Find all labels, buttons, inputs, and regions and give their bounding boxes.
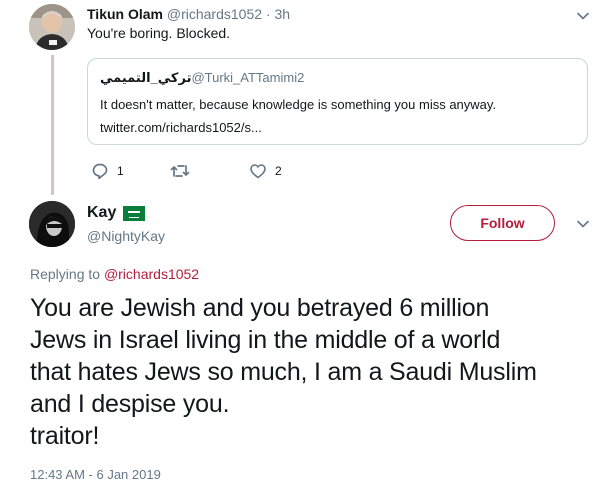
- like-count: 2: [275, 164, 282, 178]
- tweet-text-line: You are Jewish and you betrayed 6 millio…: [30, 294, 490, 322]
- quoted-tweet-link[interactable]: twitter.com/richards1052/s...: [100, 119, 262, 137]
- thread-line: [51, 55, 54, 195]
- follow-button[interactable]: Follow: [450, 205, 555, 241]
- tweet-actions: 1 2: [91, 161, 391, 181]
- tweet-time[interactable]: 3h: [274, 6, 290, 22]
- author-handle[interactable]: @richards1052: [167, 6, 262, 22]
- reply-count: 1: [117, 164, 124, 178]
- author-handle[interactable]: @NightyKay: [87, 227, 165, 245]
- quoted-tweet[interactable]: تركي_التميمي@Turki_ATTamimi2 It doesn't …: [87, 58, 588, 145]
- tweet-text-line: Jews in Israel living in the middle of a…: [30, 326, 501, 354]
- saudi-flag-icon: [123, 205, 146, 221]
- tweet-text: You're boring. Blocked.: [87, 25, 231, 41]
- quoted-tweet-text: It doesn't matter, because knowledge is …: [100, 97, 497, 112]
- replying-to-link[interactable]: @richards1052: [104, 266, 199, 282]
- separator: ·: [265, 6, 271, 22]
- parent-tweet-header: Tikun Olam @richards1052 · 3h: [87, 5, 290, 23]
- parent-tweet: Tikun Olam @richards1052 · 3h You're bor…: [0, 0, 608, 195]
- quoted-tweet-header: تركي_التميمي@Turki_ATTamimi2: [100, 69, 304, 86]
- chevron-down-icon[interactable]: [576, 217, 590, 231]
- heart-icon: [249, 162, 267, 180]
- tweet-timestamp[interactable]: 12:43 AM - 6 Jan 2019: [30, 466, 161, 483]
- reply-button[interactable]: 1: [91, 161, 124, 181]
- chevron-down-icon[interactable]: [576, 9, 590, 23]
- like-button[interactable]: 2: [249, 161, 282, 181]
- reply-icon: [91, 162, 109, 180]
- tweet-text-line: traitor!: [30, 422, 100, 450]
- quoted-author-handle: @Turki_ATTamimi2: [191, 70, 305, 85]
- tweet-text-line: and I despise you.: [30, 390, 230, 418]
- retweet-button[interactable]: [170, 161, 198, 181]
- avatar[interactable]: [29, 4, 75, 50]
- tweet-text-line: that hates Jews so much, I am a Saudi Mu…: [30, 358, 537, 386]
- author-name[interactable]: Tikun Olam: [87, 6, 163, 22]
- tweet-author: Kay: [87, 203, 146, 223]
- replying-to: Replying to @richards1052: [30, 265, 199, 283]
- retweet-icon: [170, 162, 190, 180]
- avatar[interactable]: [29, 201, 75, 247]
- quoted-author-name: تركي_التميمي: [100, 70, 192, 85]
- author-name[interactable]: Kay: [87, 203, 116, 223]
- tweet-text: You are Jewish and you betrayed 6 millio…: [30, 292, 600, 452]
- replying-prefix: Replying to: [30, 266, 101, 282]
